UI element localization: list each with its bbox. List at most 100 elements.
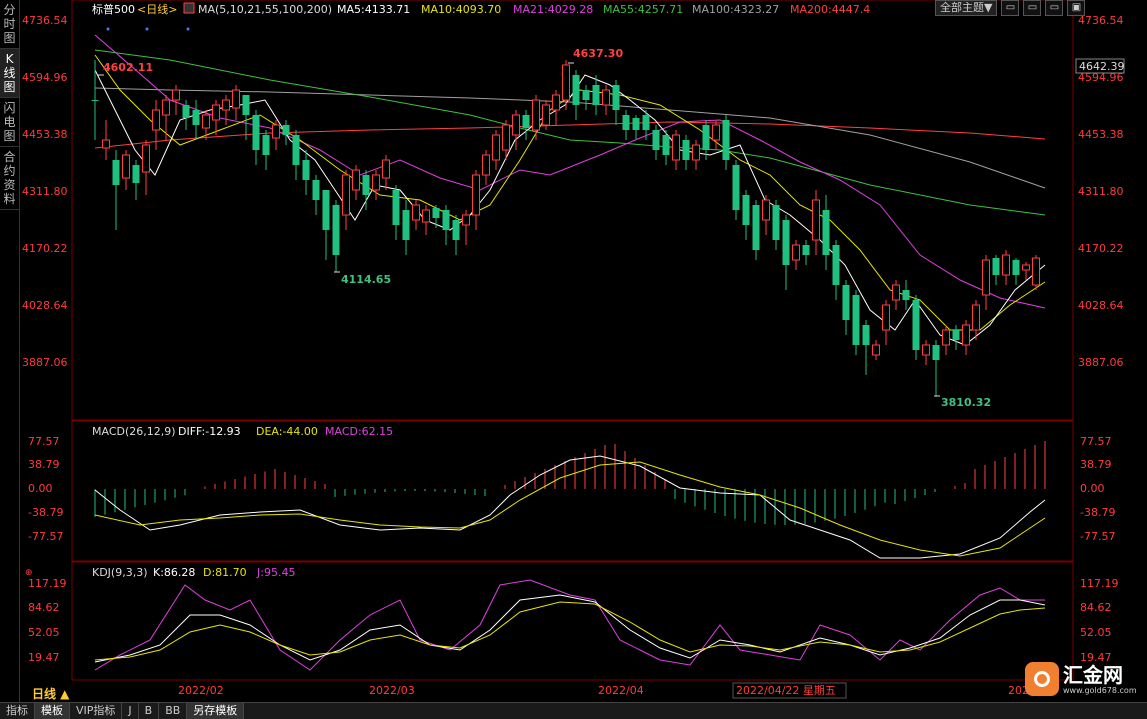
candle-body [862,325,870,345]
theme-dropdown[interactable]: 全部主题▼ [935,0,998,16]
svg-text:J:95.45: J:95.45 [256,566,295,579]
candle-body [402,210,410,240]
candle-body [492,134,500,161]
macd-tick: 0.00 [1080,482,1105,495]
candle-body [842,285,850,320]
candle-body [952,330,960,340]
candle-body [142,144,150,173]
candle-body [832,245,840,285]
candle-body [202,114,210,129]
candle-body [932,345,940,360]
candle-body [482,154,490,176]
low-annotation-2: 3810.32 [941,396,991,409]
candle-body [552,94,560,111]
kdj-axis-right: 117.1984.6252.0519.47 [1080,577,1119,664]
candle-body [462,214,470,226]
candle-body [622,115,630,130]
candle-body [662,135,670,155]
tab-time-share[interactable]: 分时图 [0,0,19,49]
tab-indicator[interactable]: 指标 [0,703,35,719]
candle-body [782,220,790,265]
tab-vip-indicator[interactable]: VIP指标 [70,703,123,719]
tab-j[interactable]: J [122,703,139,719]
price-tick: 4311.80 [22,185,68,198]
ma5-line [94,69,1046,346]
ma-icon[interactable] [183,2,195,14]
tab-contract-info[interactable]: 合约资料 [0,147,19,210]
candle-body [632,118,640,130]
candle-body [882,304,890,331]
candle-body [362,175,370,195]
price-tick: 3887.06 [1078,356,1124,369]
window-button-2[interactable]: ▭ [1023,0,1042,16]
candle-body [732,165,740,210]
candle-body [972,304,980,331]
candle-body [742,195,750,225]
candle-body [382,159,390,179]
tab-bb[interactable]: BB [159,703,188,719]
candle-body [212,104,220,121]
candlestick-series [91,60,1040,396]
candle-body [262,135,270,155]
candle-body [392,190,400,225]
high-annotation-2: 4637.30 [573,47,623,60]
candle-body [1012,260,1020,275]
candle-body [532,99,540,131]
candle-body [572,75,580,105]
candle-body [1022,264,1030,271]
price-tick: 4170.22 [22,242,68,255]
candle-body [352,169,360,191]
candle-body [852,295,860,345]
svg-text:D:81.70: D:81.70 [203,566,247,579]
candle-body [712,124,720,141]
tab-kline[interactable]: K线图 [0,49,19,98]
candle-body [812,199,820,241]
candle-body [822,210,830,255]
candle-body [292,135,300,165]
chart-area[interactable]: 标普500 <日线> MA(5,10,21,55,100,200) MA5:41… [20,0,1147,702]
candle-body [602,89,610,106]
tab-b[interactable]: B [139,703,160,719]
tab-flash-chart[interactable]: 闪电图 [0,98,19,147]
date-axis: 2022/02 2022/03 2022/04 2022/04/22 星期五 2… [178,682,1054,699]
candle-body [192,110,200,125]
macd-histogram [94,441,1046,525]
svg-text:KDJ(9,3,3): KDJ(9,3,3) [92,566,148,579]
candle-body [592,85,600,105]
tab-template[interactable]: 模板 [35,703,70,719]
kdj-tick: 117.19 [1080,577,1119,590]
candle-body [152,109,160,131]
left-tab-bar: 分时图 K线图 闪电图 合约资料 [0,0,20,702]
candle-body [652,130,660,150]
kdj-k-line [94,594,1046,663]
candle-body [872,344,880,356]
macd-tick: -77.57 [28,530,63,543]
window-button-3[interactable]: ▭ [1045,0,1064,16]
window-button-4[interactable]: ▣ [1067,0,1086,16]
period-selector[interactable]: 日线 ▲ [32,685,69,702]
candle-body [302,160,310,180]
macd-tick: 38.79 [1080,458,1112,471]
candle-body [892,284,900,301]
candle-body [452,220,460,240]
candle-body [91,100,99,101]
macd-tick: -38.79 [28,506,63,519]
tab-save-template[interactable]: 另存模板 [187,703,245,719]
window-button-1[interactable]: ▭ [1001,0,1020,16]
candle-body [562,64,570,101]
ma-params: MA(5,10,21,55,100,200) [198,3,332,16]
macd-axis-left: 77.57 38.79 0.00 -38.79 -77.57 [28,435,63,543]
ma5-label: MA5:4133.71 [337,3,410,16]
ma10-label: MA10:4093.70 [421,3,501,16]
macd-axis-right: 77.57 38.79 0.00 -38.79 -77.57 [1080,435,1115,543]
candle-body [332,205,340,255]
brand-icon [1025,662,1059,696]
candle-body [412,204,420,221]
price-tick: 4453.38 [1078,128,1124,141]
candle-body [982,259,990,296]
kdj-tick: 84.62 [1080,601,1112,614]
macd-dea-line [94,461,1046,557]
candle-body [102,139,110,149]
period-label: <日线> [137,2,177,16]
candle-body [692,144,700,161]
